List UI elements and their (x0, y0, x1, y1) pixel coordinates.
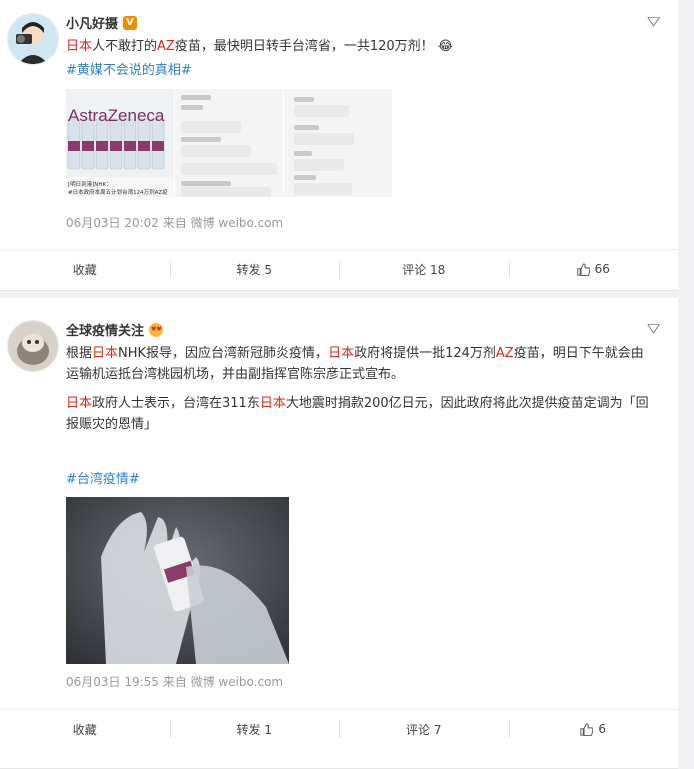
comment-label: 评论 7 (406, 722, 442, 737)
keyword-link[interactable]: 日本 (66, 396, 92, 411)
comment-button[interactable]: 评论 7 (339, 710, 509, 748)
keyword-link[interactable]: 日本 (260, 396, 286, 411)
username-label[interactable]: 小凡好摄 (66, 13, 118, 32)
keyword-link[interactable]: AZ (157, 39, 175, 54)
post-text: 日本政府人士表示，台湾在311东日本大地震时捐款200亿日元，因此政府将此次提供… (66, 393, 654, 435)
image-caption: #日本政府本周五计划台湾124万剂AZ疫 (68, 188, 168, 196)
post-text: 根据日本NHK报导，因应台湾新冠肺炎疫情，日本政府将提供一批124万剂AZ疫苗，… (66, 343, 654, 385)
like-button[interactable]: 6 (508, 710, 679, 748)
action-bar: 收藏 转发 1 评论 7 6 (0, 709, 678, 748)
repost-label: 转发 5 (236, 262, 272, 277)
like-count: 66 (594, 262, 610, 276)
chevron-down-icon[interactable]: ▽ (647, 321, 660, 335)
keyword-link[interactable]: 日本 (328, 346, 354, 361)
post-text-segment: 人不敢打的 (92, 39, 158, 54)
post-meta: 06月03日 19:55 来自 微博 weibo.com (66, 675, 284, 689)
thumb-up-icon (580, 722, 594, 736)
collect-label: 收藏 (72, 722, 97, 737)
collect-label: 收藏 (72, 262, 97, 277)
post-meta: 06月03日 20:02 来自 微博 weibo.com (66, 216, 284, 230)
collect-button[interactable]: 收藏 (0, 710, 170, 748)
like-count: 6 (598, 722, 607, 736)
post-image[interactable] (175, 89, 283, 197)
username[interactable]: 小凡好摄 V (66, 13, 138, 32)
post-text-segment: 政府人士表示，台湾在311东 (92, 396, 260, 411)
keyword-link[interactable]: 日本 (92, 346, 118, 361)
brand-logo: AstraZeneca (68, 106, 165, 125)
collect-button[interactable]: 收藏 (0, 250, 170, 288)
post-text-segment: 疫苗，最快明日转手台湾省，一共120万剂！ (174, 39, 434, 54)
comment-label: 评论 18 (402, 262, 446, 277)
post-image[interactable] (66, 497, 289, 664)
username[interactable]: 全球疫情关注 ♥♥ (66, 320, 164, 339)
avatar[interactable] (7, 320, 59, 372)
post-text-segment: 根据 (66, 346, 93, 361)
post-image[interactable]: AstraZeneca [明日到港]NHK： #日本政府本周五计划台湾124万剂… (66, 89, 174, 197)
repost-button[interactable]: 转发 1 (169, 710, 340, 748)
repost-label: 转发 1 (236, 722, 272, 737)
username-label[interactable]: 全球疫情关注 (66, 320, 144, 339)
avatar[interactable] (7, 13, 59, 65)
heart-eyes-emoji-icon: ♥♥ (149, 322, 164, 337)
chevron-down-icon[interactable]: ▽ (647, 14, 660, 28)
post-text-segment: 政府将提供一批124万剂 (354, 346, 496, 361)
action-bar: 收藏 转发 5 评论 18 66 (0, 249, 678, 288)
hashtag-link[interactable]: #黄媒不会说的真相# (66, 60, 666, 81)
weibo-post: 全球疫情关注 ♥♥ ▽ 根据日本NHK报导，因应台湾新冠肺炎疫情，日本政府将提供… (0, 298, 678, 769)
comment-button[interactable]: 评论 18 (339, 250, 509, 288)
keyword-link[interactable]: AZ (496, 346, 514, 361)
weibo-post: 小凡好摄 V ▽ 日本人不敢打的AZ疫苗，最快明日转手台湾省，一共120万剂！ … (0, 0, 678, 291)
post-image[interactable] (284, 89, 392, 197)
verified-badge-icon: V (123, 15, 138, 30)
image-caption: [明日到港]NHK： (68, 180, 112, 188)
thumb-up-icon (576, 262, 590, 276)
keyword-link[interactable]: 日本 (66, 39, 92, 54)
post-text: 日本人不敢打的AZ疫苗，最快明日转手台湾省，一共120万剂！ 😂 (66, 36, 666, 57)
laughing-emoji-icon: 😂 (437, 39, 454, 54)
post-text-segment: NHK报导，因应台湾新冠肺炎疫情， (118, 346, 329, 361)
like-button[interactable]: 66 (508, 250, 679, 288)
repost-button[interactable]: 转发 5 (169, 250, 340, 288)
hashtag-link[interactable]: #台湾疫情# (66, 469, 666, 490)
